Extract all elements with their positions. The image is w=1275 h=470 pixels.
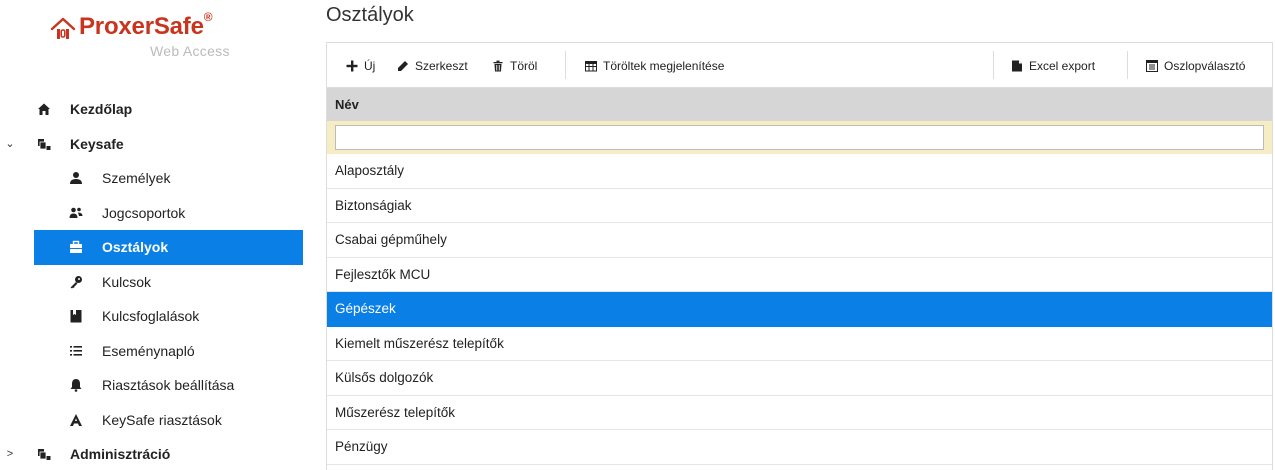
- sidebar-item-label: KeySafe riasztások: [102, 411, 222, 428]
- table-row[interactable]: Pénzügy: [327, 430, 1272, 465]
- sidebar-item-adminisztracio[interactable]: > Adminisztráció: [0, 437, 303, 470]
- sidebar-item-label: Kulcsfoglalások: [102, 308, 200, 325]
- toolbar-divider: [565, 51, 566, 79]
- grid-body: Alaposztály Biztonságiak Csabai gépműhel…: [327, 154, 1272, 465]
- column-chooser-label: Oszlopválasztó: [1164, 58, 1246, 73]
- sidebar-item-jogcsoportok[interactable]: Jogcsoportok: [0, 196, 303, 231]
- table-row-selected[interactable]: Gépészek: [327, 292, 1272, 327]
- pencil-icon: [396, 59, 410, 73]
- brand-subtitle: Web Access: [150, 43, 230, 59]
- bell-icon: [68, 377, 84, 393]
- show-deleted-label: Töröltek megjelenítése: [603, 58, 725, 73]
- sidebar-item-riasztasok-beallitasa[interactable]: Riasztások beállítása: [0, 368, 303, 403]
- sidebar-item-label: Adminisztráció: [70, 446, 171, 463]
- brand-name: ProxerSafe®: [79, 10, 213, 40]
- table-row[interactable]: Biztonságiak: [327, 189, 1272, 223]
- column-header-nev[interactable]: Név: [327, 88, 1272, 121]
- page-title: Osztályok: [326, 4, 414, 26]
- grid-panel: Új Szerkeszt Töröl Töröltek megjelenítés…: [326, 42, 1273, 470]
- app-logo[interactable]: ProxerSafe® Web Access: [50, 8, 280, 63]
- sidebar-item-esemenynaplo[interactable]: Eseménynapló: [0, 334, 303, 369]
- delete-button-label: Töröl: [510, 58, 538, 73]
- sidebar-item-label: Kulcsok: [102, 273, 152, 290]
- sidebar-item-label: Keysafe: [70, 135, 124, 152]
- home-icon: [36, 101, 52, 117]
- excel-export-button[interactable]: Excel export: [1010, 43, 1095, 88]
- cabinet-icon: [36, 136, 52, 152]
- list-icon: [68, 343, 84, 359]
- sidebar-item-kulcsfoglalasok[interactable]: Kulcsfoglalások: [0, 299, 303, 334]
- person-icon: [68, 170, 84, 186]
- excel-file-icon: [1010, 59, 1024, 73]
- sidebar-item-label: Riasztások beállítása: [102, 377, 235, 394]
- bookmark-icon: [68, 308, 84, 324]
- sidebar-nav: Kezdőlap ⌄ Keysafe Személyek Jogcsoporto…: [0, 92, 303, 470]
- sidebar: ProxerSafe® Web Access Kezdőlap ⌄ Keysaf…: [0, 0, 303, 470]
- delete-button[interactable]: Töröl: [491, 43, 537, 88]
- cabinet-icon: [36, 446, 52, 462]
- toolbar: Új Szerkeszt Töröl Töröltek megjelenítés…: [327, 43, 1272, 88]
- sidebar-item-kulcsok[interactable]: Kulcsok: [0, 265, 303, 300]
- table-row[interactable]: Csabai gépműhely: [327, 223, 1272, 258]
- sidebar-item-szemelyek[interactable]: Személyek: [0, 161, 303, 196]
- filter-row: [327, 121, 1272, 154]
- toolbar-divider: [993, 51, 994, 79]
- table-row[interactable]: Műszerész telepítők: [327, 396, 1272, 430]
- new-button[interactable]: Új: [345, 43, 375, 88]
- table-row[interactable]: Fejlesztők MCU: [327, 258, 1272, 292]
- sidebar-item-home[interactable]: Kezdőlap: [0, 92, 303, 127]
- sidebar-item-keysafe[interactable]: ⌄ Keysafe: [0, 127, 303, 162]
- house-logo-icon: [50, 17, 76, 39]
- columns-icon: [1145, 59, 1159, 73]
- excel-export-label: Excel export: [1029, 58, 1096, 73]
- new-button-label: Új: [364, 58, 376, 73]
- sidebar-item-osztalyok[interactable]: Osztályok: [34, 230, 303, 265]
- column-header-label: Név: [335, 97, 359, 112]
- edit-button[interactable]: Szerkeszt: [396, 43, 468, 88]
- sidebar-item-label: Személyek: [102, 170, 171, 187]
- sidebar-item-label: Kezdőlap: [70, 101, 133, 118]
- briefcase-icon: [68, 239, 84, 255]
- alert-a-icon: [68, 412, 84, 428]
- sidebar-item-label: Jogcsoportok: [102, 204, 186, 221]
- sidebar-item-label: Eseménynapló: [102, 342, 195, 359]
- plus-icon: [345, 59, 359, 73]
- table-row[interactable]: Alaposztály: [327, 154, 1272, 189]
- trash-icon: [491, 59, 505, 73]
- key-icon: [68, 274, 84, 290]
- chevron-down-icon[interactable]: ⌄: [4, 137, 16, 150]
- table-row[interactable]: Kiemelt műszerész telepítők: [327, 327, 1272, 361]
- table-row[interactable]: Külsős dolgozók: [327, 361, 1272, 396]
- column-chooser-button[interactable]: Oszlopválasztó: [1145, 43, 1245, 88]
- group-icon: [68, 205, 84, 221]
- chevron-right-icon[interactable]: >: [4, 448, 16, 460]
- toolbar-divider: [1127, 51, 1128, 79]
- sidebar-item-label: Osztályok: [102, 239, 169, 256]
- name-filter-input[interactable]: [335, 125, 1264, 150]
- sidebar-item-keysafe-riasztasok[interactable]: KeySafe riasztások: [0, 403, 303, 438]
- table-icon: [584, 59, 598, 73]
- edit-button-label: Szerkeszt: [415, 58, 468, 73]
- show-deleted-button[interactable]: Töröltek megjelenítése: [584, 43, 724, 88]
